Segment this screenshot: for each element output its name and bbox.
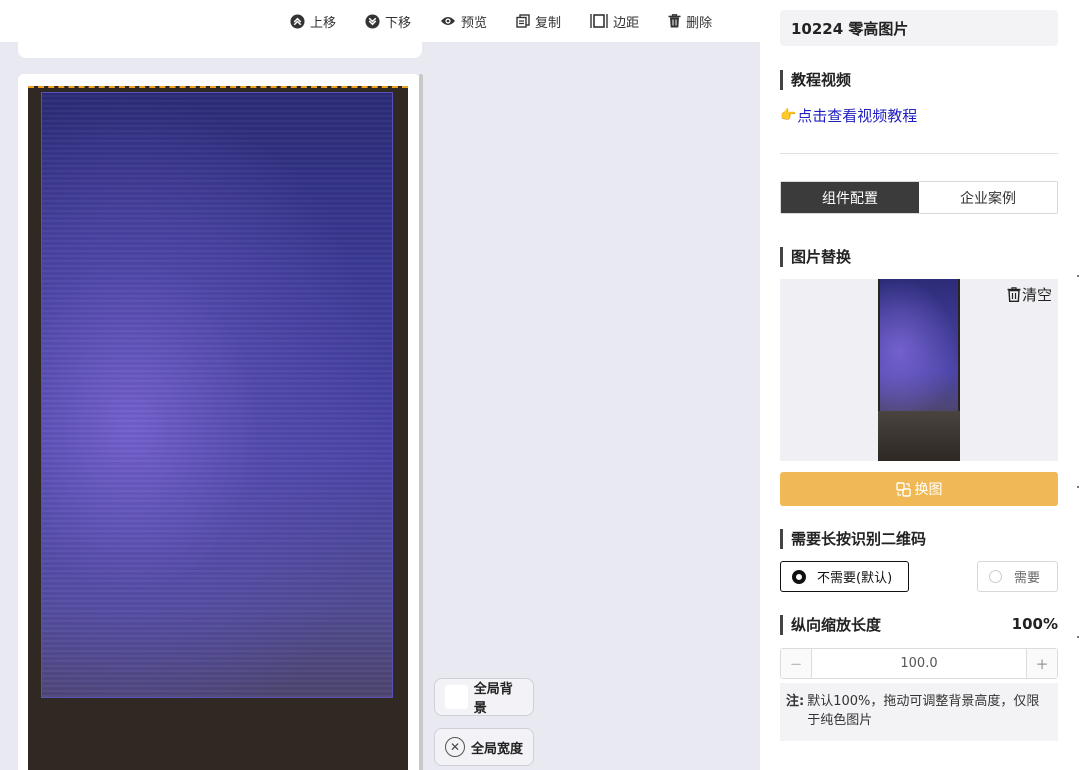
image-thumbnail xyxy=(878,279,960,461)
background-color-swatch xyxy=(445,685,468,709)
radio-needed[interactable]: 需要 xyxy=(977,561,1058,592)
eye-icon xyxy=(440,15,456,27)
canvas-scrollbar[interactable] xyxy=(419,74,423,770)
qrcode-heading: 需要长按识别二维码 xyxy=(780,529,926,549)
swap-image-label: 换图 xyxy=(914,482,943,498)
tab-component-config[interactable]: 组件配置 xyxy=(781,182,919,213)
scale-percent: 100% xyxy=(1011,615,1058,633)
section-divider xyxy=(780,153,1058,154)
clear-image-label: 清空 xyxy=(1021,286,1052,304)
video-tutorial-link[interactable]: 👉 点击查看视频教程 xyxy=(780,105,917,126)
swap-icon xyxy=(895,481,911,497)
thumbnail-footer xyxy=(878,411,960,461)
move-up-icon xyxy=(290,13,305,29)
clear-image-button[interactable]: 清空 xyxy=(1007,284,1052,305)
tab-enterprise-cases[interactable]: 企业案例 xyxy=(919,182,1057,213)
edge-marker xyxy=(1077,275,1079,277)
radio-not-needed-label: 不需要(默认) xyxy=(817,571,893,586)
settings-panel: 10224 零高图片 教程视频 👉 点击查看视频教程 组件配置 企业案例 图片替… xyxy=(760,0,1080,770)
thumbnail-art xyxy=(880,279,958,411)
move-down-icon xyxy=(365,13,380,29)
trash-icon xyxy=(668,14,681,28)
pointing-hand-icon: 👉 xyxy=(780,108,797,123)
component-title: 10224 零高图片 xyxy=(780,10,1058,46)
scale-heading: 纵向缩放长度 xyxy=(780,615,881,635)
move-up-label: 上移 xyxy=(310,15,337,31)
move-down-label: 下移 xyxy=(385,15,412,31)
margin-button[interactable]: 边距 xyxy=(590,12,639,31)
close-circle-icon: ✕ xyxy=(445,737,465,757)
scale-input[interactable]: 100.0 xyxy=(812,649,1026,678)
preview-label: 预览 xyxy=(461,15,488,31)
move-down-button[interactable]: 下移 xyxy=(365,12,411,31)
global-width-label: 全局宽度 xyxy=(471,741,524,757)
video-tutorial-link-text: 点击查看视频教程 xyxy=(797,107,918,125)
background-image xyxy=(41,92,393,698)
delete-label: 删除 xyxy=(686,15,713,31)
global-background-label: 全局背景 xyxy=(473,682,513,716)
image-replace-heading: 图片替换 xyxy=(780,247,851,267)
edge-marker xyxy=(1077,486,1079,488)
editor-canvas: · · · · · · · 上移 下移 预览 复制 xyxy=(0,0,760,770)
zero-height-image-component[interactable] xyxy=(28,86,408,770)
scale-note: 注: 默认100%，拖动可调整背景高度，仅限于纯色图片 xyxy=(780,683,1058,741)
radio-not-needed[interactable]: 不需要(默认) xyxy=(780,561,909,592)
radio-needed-label: 需要 xyxy=(1014,571,1041,586)
move-up-button[interactable]: 上移 xyxy=(290,12,336,31)
trash-icon xyxy=(1007,287,1021,302)
image-preview-area: 清空 xyxy=(780,279,1058,461)
copy-button[interactable]: 复制 xyxy=(516,12,561,31)
edge-marker xyxy=(1077,636,1079,638)
decrement-button[interactable]: − xyxy=(781,649,812,678)
config-tabs: 组件配置 企业案例 xyxy=(780,181,1058,214)
note-key: 注: xyxy=(786,694,805,709)
scale-stepper: − 100.0 + xyxy=(780,648,1058,679)
increment-button[interactable]: + xyxy=(1026,649,1057,678)
margin-icon xyxy=(590,13,608,29)
delete-button[interactable]: 删除 xyxy=(668,12,712,31)
global-background-button[interactable]: 全局背景 xyxy=(434,678,534,716)
preview-button[interactable]: 预览 xyxy=(440,12,487,31)
copy-label: 复制 xyxy=(535,15,562,31)
radio-checked-icon xyxy=(792,569,806,584)
global-width-button[interactable]: ✕ 全局宽度 xyxy=(434,728,534,766)
radio-unchecked-icon xyxy=(989,570,1002,583)
margin-label: 边距 xyxy=(613,15,640,31)
tutorial-heading: 教程视频 xyxy=(780,70,851,90)
swap-image-button[interactable]: 换图 xyxy=(780,472,1058,506)
copy-icon xyxy=(516,14,530,28)
note-text: 默认100%，拖动可调整背景高度，仅限于纯色图片 xyxy=(807,694,1040,728)
component-toolbar: 上移 下移 预览 复制 边距 删除 xyxy=(0,0,760,42)
